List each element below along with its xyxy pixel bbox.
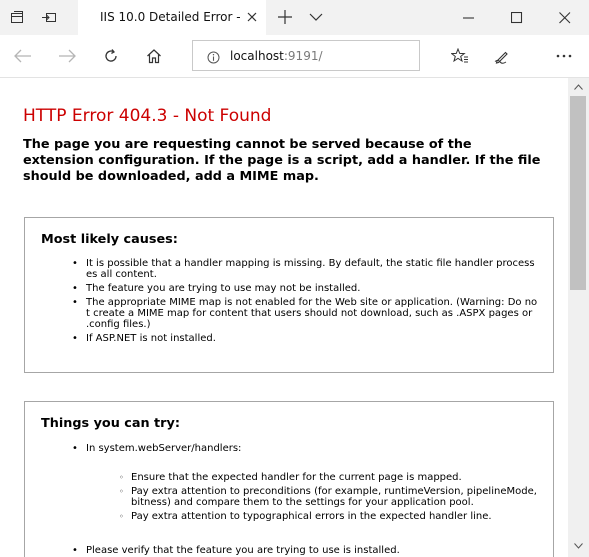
more-icon[interactable]	[550, 43, 578, 69]
list-item: • In system.webServer/handlers:	[72, 443, 242, 454]
try-box: Things you can try: • In system.webServer…	[24, 401, 554, 557]
minimize-icon[interactable]	[449, 0, 489, 35]
address-bar[interactable]: localhost:9191/	[192, 40, 420, 71]
navigation-bar: localhost:9191/	[0, 35, 589, 78]
bullet-icon: •	[72, 258, 78, 269]
scrollbar-thumb[interactable]	[570, 96, 586, 290]
maximize-icon[interactable]	[497, 0, 537, 35]
list-item: • It is possible that a handler mapping i…	[72, 258, 535, 280]
pen-icon[interactable]	[488, 43, 516, 69]
browser-titlebar: IIS 10.0 Detailed Error -	[0, 0, 589, 35]
browser-tab[interactable]: IIS 10.0 Detailed Error -	[78, 0, 266, 35]
error-message: The page you are requesting cannot be se…	[23, 137, 541, 184]
back-arrow-icon[interactable]	[9, 43, 37, 69]
tab-title: IIS 10.0 Detailed Error -	[100, 10, 241, 24]
sub-list-item: ◦ Ensure that the expected handler for th…	[119, 472, 462, 483]
vertical-scrollbar[interactable]	[568, 78, 589, 557]
bullet-icon: •	[72, 297, 78, 308]
sub-list-item: ◦ Pay extra attention to typographical er…	[119, 511, 492, 522]
circle-bullet-icon: ◦	[119, 487, 124, 496]
home-icon[interactable]	[140, 43, 168, 69]
address-host: localhost	[230, 49, 284, 63]
tab-manager-icon[interactable]	[8, 8, 26, 26]
list-item: • The appropriate MIME map is not enabled…	[72, 297, 538, 330]
circle-bullet-icon: ◦	[119, 473, 124, 482]
bullet-icon: •	[72, 283, 78, 294]
scroll-up-icon[interactable]	[572, 82, 585, 92]
circle-bullet-icon: ◦	[119, 512, 124, 521]
list-item: • Please verify that the feature you are …	[72, 545, 400, 556]
favorites-star-icon[interactable]	[446, 43, 474, 69]
bullet-icon: •	[72, 443, 78, 454]
try-list: • In system.webServer/handlers:	[72, 443, 538, 457]
refresh-icon[interactable]	[97, 43, 125, 69]
bullet-icon: •	[72, 333, 78, 344]
scroll-down-icon[interactable]	[572, 541, 585, 551]
list-item: • If ASP.NET is not installed.	[72, 333, 216, 344]
causes-box: Most likely causes: • It is possible that…	[24, 217, 554, 373]
chevron-down-icon[interactable]	[307, 8, 325, 26]
causes-title: Most likely causes:	[41, 232, 178, 247]
window-close-icon[interactable]	[545, 0, 585, 35]
try-list-2: • Please verify that the feature you are …	[72, 545, 538, 557]
plus-icon[interactable]	[276, 8, 294, 26]
list-item: • The feature you are trying to use may n…	[72, 283, 361, 294]
sub-list-item: ◦ Pay extra attention to preconditions (f…	[119, 486, 537, 508]
address-text[interactable]: localhost:9191/	[230, 49, 323, 63]
try-sub-list: ◦ Ensure that the expected handler for th…	[119, 472, 539, 525]
address-port: :9191/	[283, 49, 323, 63]
forward-arrow-icon[interactable]	[53, 43, 81, 69]
try-title: Things you can try:	[41, 416, 180, 431]
causes-list: • It is possible that a handler mapping i…	[72, 258, 538, 347]
bullet-icon: •	[72, 545, 78, 556]
close-icon[interactable]	[244, 9, 260, 25]
page-content: HTTP Error 404.3 - Not Found The page yo…	[0, 78, 568, 557]
error-title: HTTP Error 404.3 - Not Found	[23, 106, 272, 126]
info-icon[interactable]	[207, 49, 220, 68]
set-aside-tabs-icon[interactable]	[40, 8, 58, 26]
